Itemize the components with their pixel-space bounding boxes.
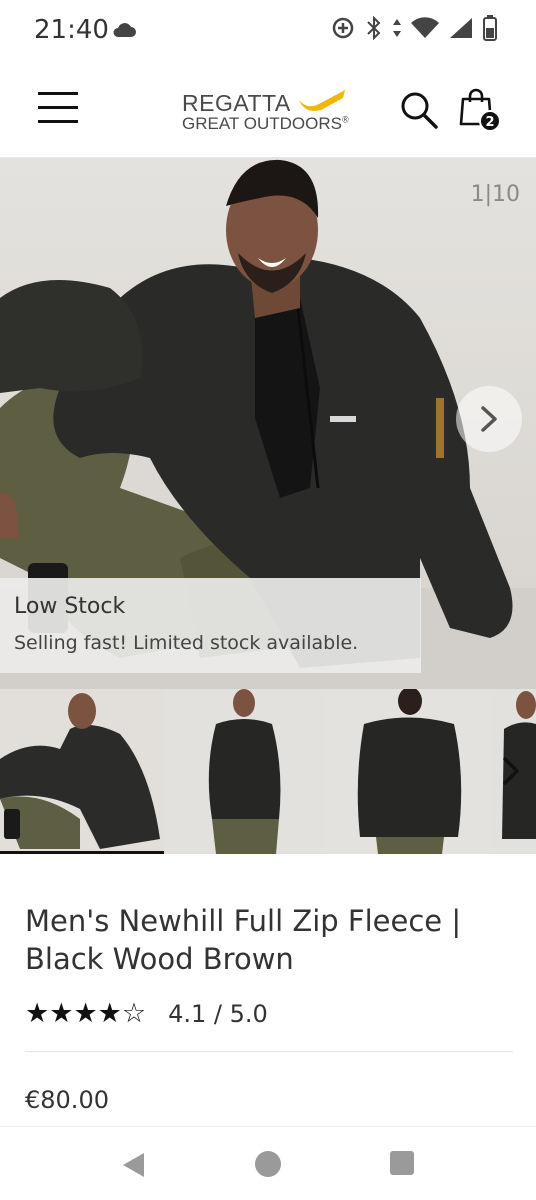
star-icon: ★ — [73, 998, 98, 1029]
search-icon — [401, 92, 438, 129]
star-outline-icon: ☆ — [121, 998, 147, 1029]
thumbnail-1[interactable] — [0, 689, 164, 854]
wifi-icon — [411, 17, 439, 38]
bluetooth-icon — [367, 15, 381, 41]
stock-title: Low Stock — [14, 594, 126, 619]
logo-tagline: GREAT OUTDOORS® — [182, 114, 349, 133]
regatta-logo[interactable]: REGATTA GREAT OUTDOORS® — [182, 86, 357, 136]
product-title: Men's Newhill Full Zip Fleece | Black Wo… — [25, 904, 462, 976]
logo-trademark: ® — [341, 114, 349, 125]
product-rating[interactable]: ★ ★ ★ ★ ☆ 4.1 / 5.0 — [25, 998, 268, 1030]
search-button[interactable] — [399, 90, 439, 130]
system-nav-bar — [0, 1126, 536, 1200]
data-saver-icon — [332, 17, 354, 39]
divider — [25, 1051, 513, 1052]
star-icon: ★ — [25, 998, 50, 1029]
status-icons — [330, 14, 498, 42]
cart-button[interactable]: 2 — [459, 88, 503, 134]
thumbnail-photo — [326, 689, 490, 854]
thumbnail-strip — [0, 689, 536, 854]
next-image-button[interactable] — [456, 386, 522, 452]
battery-icon — [483, 15, 497, 41]
cell-signal-icon — [450, 18, 472, 38]
product-price: €80.00 — [25, 1086, 109, 1114]
chevron-right-icon — [481, 406, 497, 432]
star-icon: ★ — [97, 998, 122, 1029]
cloud-icon — [113, 23, 136, 37]
low-stock-banner: Low Stock Selling fast! Limited stock av… — [0, 578, 421, 673]
stock-message: Selling fast! Limited stock available. — [14, 632, 359, 654]
rating-stars: ★ ★ ★ ★ ☆ — [25, 999, 146, 1029]
status-time: 21:40 — [34, 15, 109, 45]
recents-icon[interactable] — [390, 1151, 414, 1175]
thumbnail-photo — [0, 689, 164, 851]
logo-wordmark: REGATTA — [182, 90, 291, 116]
image-counter: 1|10 — [470, 182, 520, 207]
thumbnail-next-icon[interactable] — [498, 753, 524, 789]
back-icon[interactable] — [120, 1151, 148, 1179]
thumbnail-2[interactable] — [164, 689, 326, 854]
thumbnail-3[interactable] — [326, 689, 490, 854]
thumbnail-photo — [164, 689, 326, 854]
data-arrows-icon — [393, 19, 401, 37]
logo-swoosh-icon — [299, 90, 345, 111]
menu-button[interactable] — [38, 92, 78, 126]
rating-text: 4.1 / 5.0 — [168, 1000, 268, 1028]
star-icon: ★ — [49, 998, 74, 1029]
cart-count-badge: 2 — [479, 110, 501, 132]
menu-icon — [38, 92, 78, 95]
site-header: REGATTA GREAT OUTDOORS® 2 — [0, 64, 536, 158]
product-main-image[interactable]: 1|10 Low Stock Selling fast! Limited sto… — [0, 158, 536, 689]
home-icon[interactable] — [255, 1151, 281, 1177]
status-bar: 21:40 — [0, 0, 536, 64]
